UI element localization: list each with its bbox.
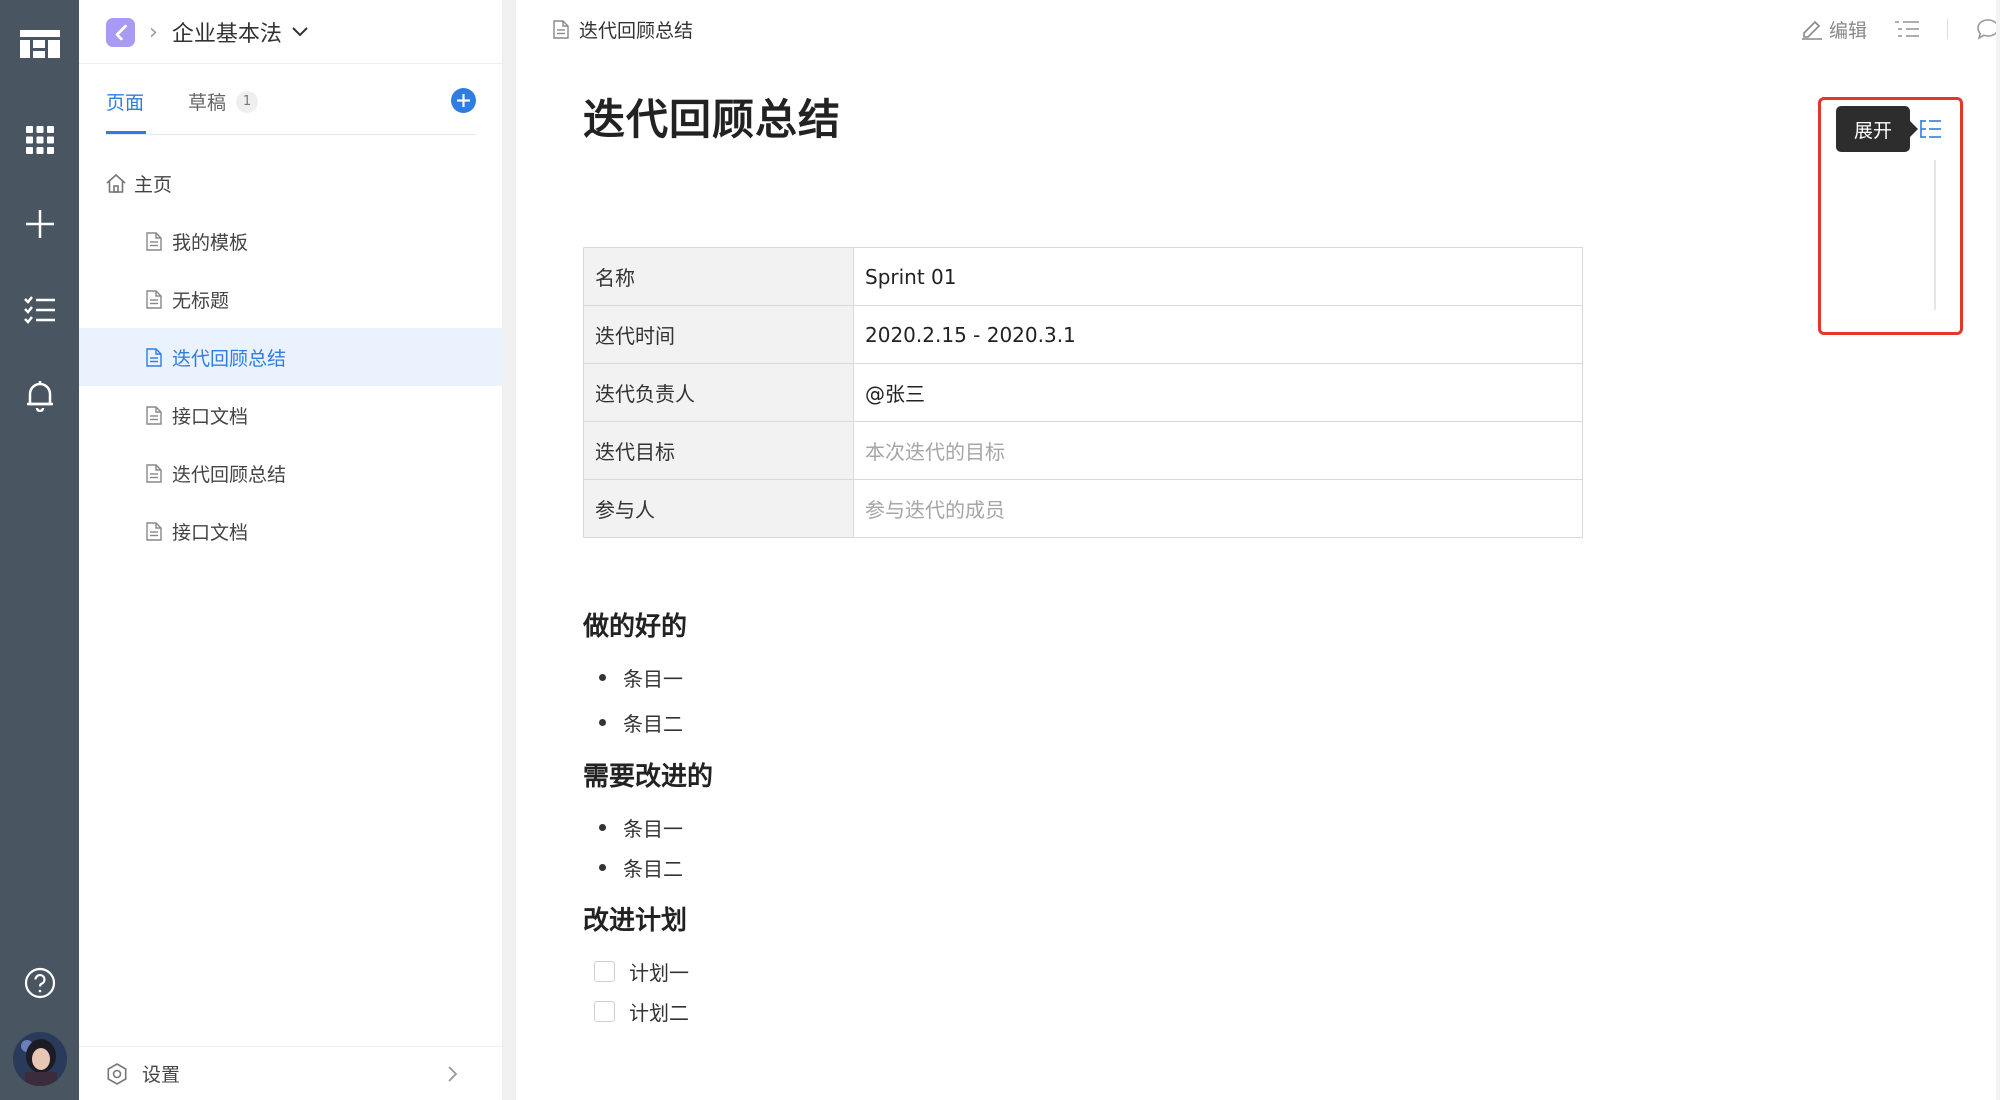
tree-item-label: 迭代回顾总结: [172, 347, 287, 370]
chevron-right-icon: [448, 1066, 458, 1082]
table-key: 名称: [583, 247, 854, 306]
space-switcher[interactable]: › 企业基本法: [106, 14, 308, 50]
pencil-icon: [1801, 20, 1822, 40]
tree-item-retro[interactable]: 迭代回顾总结: [79, 444, 503, 502]
section-heading-plan: 改进计划: [583, 906, 688, 936]
tab-drafts-label: 草稿: [188, 92, 227, 114]
edit-button[interactable]: 编辑: [1801, 16, 1867, 43]
document-icon: [553, 20, 569, 39]
document-icon: [146, 405, 162, 425]
document-icon: [146, 521, 162, 541]
document-area: 迭代回顾总结 编辑 迭代回顾总结 名称 Sprint 01 迭代时间 2020.…: [516, 0, 2000, 1100]
table-value[interactable]: 2020.2.15 - 2020.3.1: [853, 305, 1583, 364]
tree-item-label: 接口文档: [172, 521, 249, 544]
outline-list-icon[interactable]: [1895, 19, 1919, 39]
breadcrumb: 迭代回顾总结: [553, 16, 693, 43]
todo-label: 计划二: [629, 1001, 689, 1025]
tree-item-label: 我的模板: [172, 231, 249, 254]
section-heading-improve: 需要改进的: [583, 762, 714, 792]
table-key: 参与人: [583, 479, 854, 538]
help-icon[interactable]: [0, 963, 79, 1003]
tree-item-my-templates[interactable]: 我的模板: [79, 212, 503, 270]
tab-drafts[interactable]: 草稿 1: [188, 88, 259, 115]
table-key: 迭代时间: [583, 305, 854, 364]
divider: [79, 63, 503, 64]
table-key: 迭代负责人: [583, 363, 854, 422]
page-sidebar: › 企业基本法 页面 草稿 1 主页 我的模板 无标题 迭代回顾总结 接口文档 …: [79, 0, 503, 1100]
section-heading-good: 做的好的: [583, 612, 688, 642]
list-item: 条目一: [599, 663, 683, 692]
scrollbar[interactable]: [1996, 0, 2000, 1100]
list-item: 条目二: [599, 708, 683, 737]
apps-icon[interactable]: [0, 122, 79, 158]
checkbox[interactable]: [594, 961, 615, 982]
tree-item-api-doc-2[interactable]: 接口文档: [79, 502, 503, 560]
table-row: 迭代负责人 @张三: [583, 363, 1583, 422]
avatar[interactable]: [0, 1032, 79, 1086]
outline-track: [1934, 160, 1936, 310]
add-page-button[interactable]: [451, 88, 476, 113]
document-topbar: 迭代回顾总结 编辑: [516, 0, 2000, 58]
tree-item-api-doc[interactable]: 接口文档: [79, 386, 503, 444]
topbar-actions: 编辑: [1801, 14, 2000, 44]
tab-pages-label: 页面: [106, 92, 145, 114]
outline-expand-icon[interactable]: [1920, 119, 1942, 139]
breadcrumb-doc-name: 迭代回顾总结: [579, 20, 694, 42]
tree-item-retro-active[interactable]: 迭代回顾总结: [79, 328, 503, 386]
tree-item-untitled[interactable]: 无标题: [79, 270, 503, 328]
table-value[interactable]: @张三: [853, 363, 1583, 422]
table-row: 参与人 参与迭代的成员: [583, 479, 1583, 538]
table-row: 迭代时间 2020.2.15 - 2020.3.1: [583, 305, 1583, 364]
sidebar-resize-handle[interactable]: [503, 0, 516, 1100]
logo-icon[interactable]: [0, 24, 79, 64]
tree-item-home[interactable]: 主页: [79, 154, 503, 212]
tab-pages[interactable]: 页面: [106, 88, 147, 134]
todo-item[interactable]: 计划二: [594, 997, 689, 1026]
add-icon[interactable]: [0, 206, 79, 242]
todo-label: 计划一: [629, 961, 689, 985]
list-item: 条目二: [599, 853, 683, 882]
space-name: 企业基本法: [171, 22, 282, 47]
home-icon: [106, 173, 126, 193]
chevron-right-icon: ›: [149, 19, 158, 45]
table-value[interactable]: Sprint 01: [853, 247, 1583, 306]
settings-button[interactable]: 设置: [79, 1046, 503, 1100]
tree-item-label: 接口文档: [172, 405, 249, 428]
plus-icon: [457, 94, 470, 107]
tree-item-label: 迭代回顾总结: [172, 463, 287, 486]
draft-count-badge: 1: [236, 90, 259, 113]
gear-icon: [107, 1062, 127, 1085]
sprint-info-table: 名称 Sprint 01 迭代时间 2020.2.15 - 2020.3.1 迭…: [583, 247, 1583, 538]
list-item: 条目一: [599, 813, 683, 842]
table-value-placeholder[interactable]: 参与迭代的成员: [853, 479, 1583, 538]
document-icon: [146, 347, 162, 367]
chevron-down-icon: [292, 27, 308, 37]
tree-item-label: 主页: [134, 173, 173, 196]
edit-label: 编辑: [1828, 19, 1867, 42]
table-value-placeholder[interactable]: 本次迭代的目标: [853, 421, 1583, 480]
table-row: 名称 Sprint 01: [583, 247, 1583, 306]
table-row: 迭代目标 本次迭代的目标: [583, 421, 1583, 480]
document-icon: [146, 463, 162, 483]
space-logo-icon: [106, 17, 135, 47]
document-icon: [146, 289, 162, 309]
document-icon: [146, 231, 162, 251]
tree-item-label: 无标题: [172, 289, 230, 312]
todo-item[interactable]: 计划一: [594, 957, 689, 986]
document-title[interactable]: 迭代回顾总结: [583, 86, 841, 147]
bell-icon[interactable]: [0, 378, 79, 414]
settings-label: 设置: [142, 1064, 181, 1086]
tooltip: 展开: [1836, 106, 1918, 152]
app-rail: [0, 0, 79, 1100]
divider: [1947, 19, 1948, 39]
checkbox[interactable]: [594, 1001, 615, 1022]
tasks-icon[interactable]: [0, 292, 79, 328]
sidebar-tabs: 页面 草稿 1: [106, 80, 476, 135]
table-key: 迭代目标: [583, 421, 854, 480]
